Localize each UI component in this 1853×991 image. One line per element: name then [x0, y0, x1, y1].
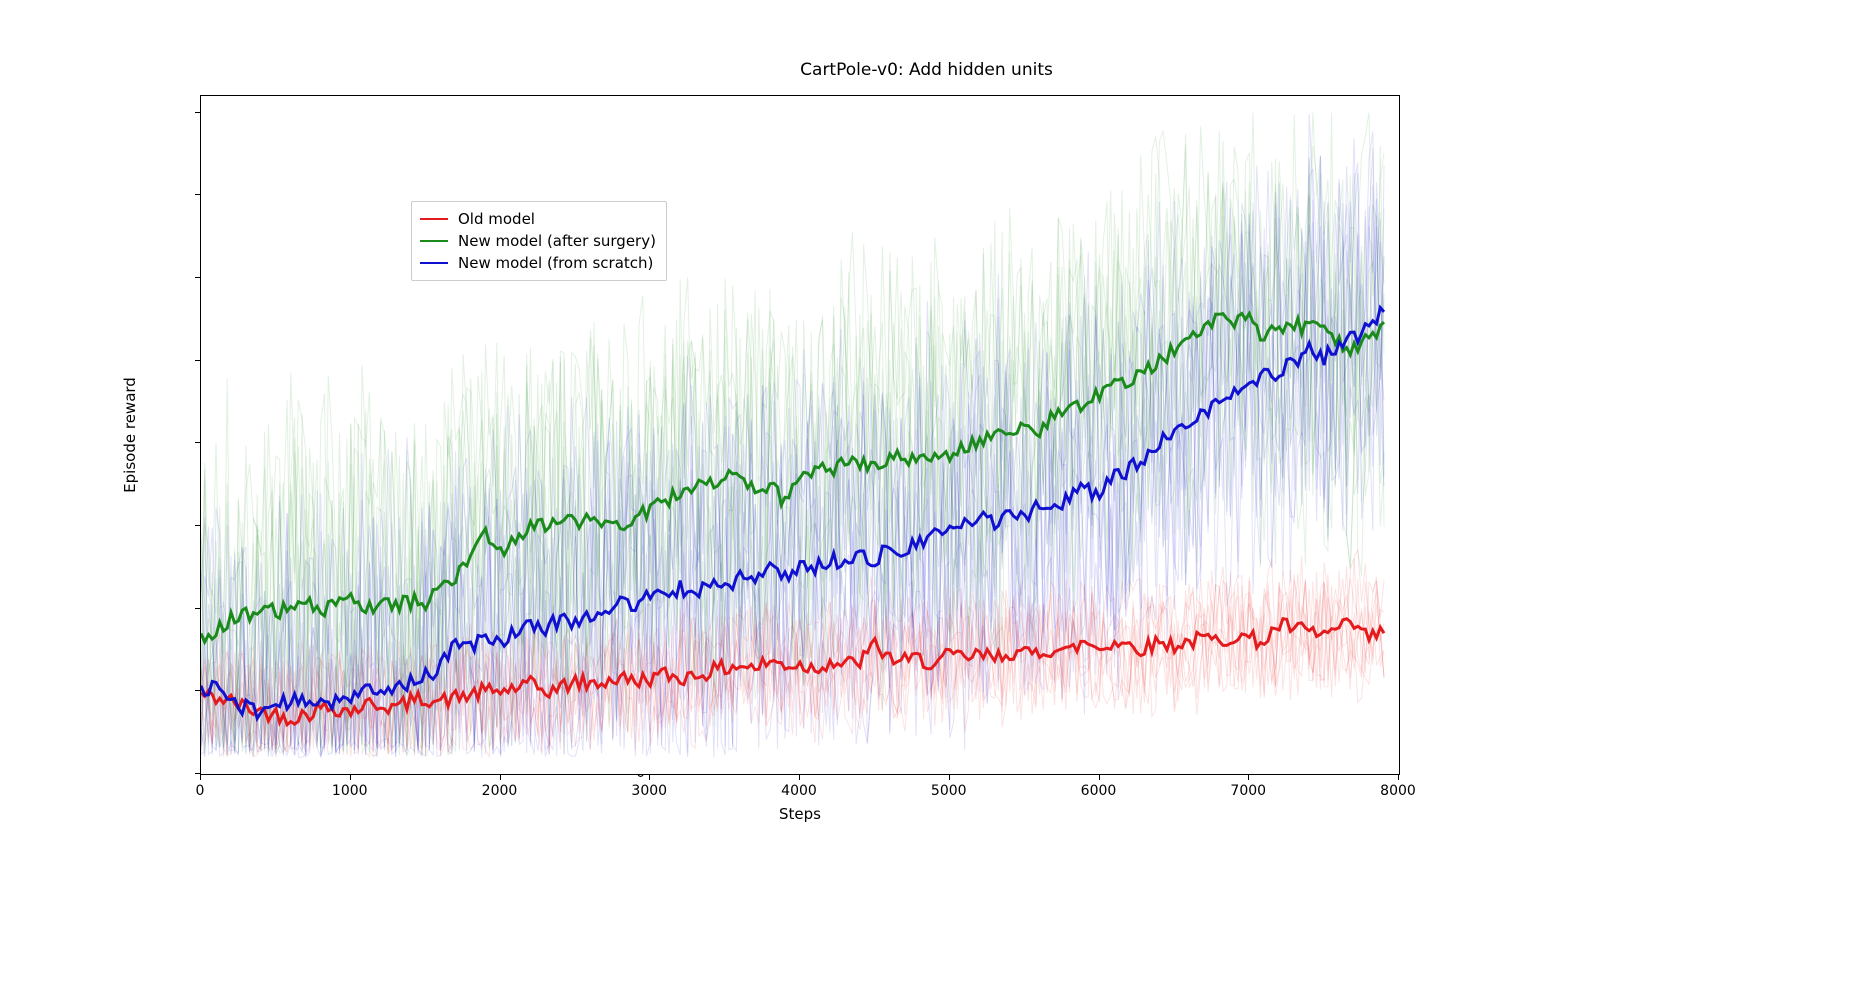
x-tick-label: 5000: [931, 783, 967, 799]
x-tick-mark: [799, 775, 800, 780]
x-tick-mark: [1398, 775, 1399, 780]
legend-label: New model (from scratch): [458, 254, 653, 272]
x-axis-label: Steps: [779, 805, 821, 823]
chart-title: CartPole-v0: Add hidden units: [0, 60, 1853, 80]
x-tick-mark: [949, 775, 950, 780]
plot-area: Old model New model (after surgery) New mo…: [200, 95, 1400, 775]
x-tick-label: 4000: [781, 783, 817, 799]
x-tick-label: 2000: [482, 783, 518, 799]
legend-row: Old model: [420, 208, 656, 230]
x-tick-label: 1000: [332, 783, 368, 799]
x-tick-label: 8000: [1380, 783, 1416, 799]
legend: Old model New model (after surgery) New mo…: [411, 201, 667, 281]
plot-svg: [201, 96, 1399, 774]
x-tick-label: 3000: [631, 783, 667, 799]
figure: CartPole-v0: Add hidden units Episode re…: [0, 0, 1853, 991]
x-tick-mark: [649, 775, 650, 780]
legend-label: New model (after surgery): [458, 232, 656, 250]
x-tick-mark: [1248, 775, 1249, 780]
y-axis-label: Episode reward: [121, 377, 139, 493]
legend-row: New model (from scratch): [420, 252, 656, 274]
x-tick-label: 7000: [1230, 783, 1266, 799]
x-tick-mark: [200, 775, 201, 780]
legend-swatch: [420, 262, 448, 265]
x-tick-mark: [1099, 775, 1100, 780]
x-tick-mark: [350, 775, 351, 780]
x-tick-label: 6000: [1081, 783, 1117, 799]
x-tick-label: 0: [196, 783, 205, 799]
legend-label: Old model: [458, 210, 535, 228]
legend-swatch: [420, 240, 448, 243]
x-tick-mark: [500, 775, 501, 780]
legend-swatch: [420, 218, 448, 221]
legend-row: New model (after surgery): [420, 230, 656, 252]
